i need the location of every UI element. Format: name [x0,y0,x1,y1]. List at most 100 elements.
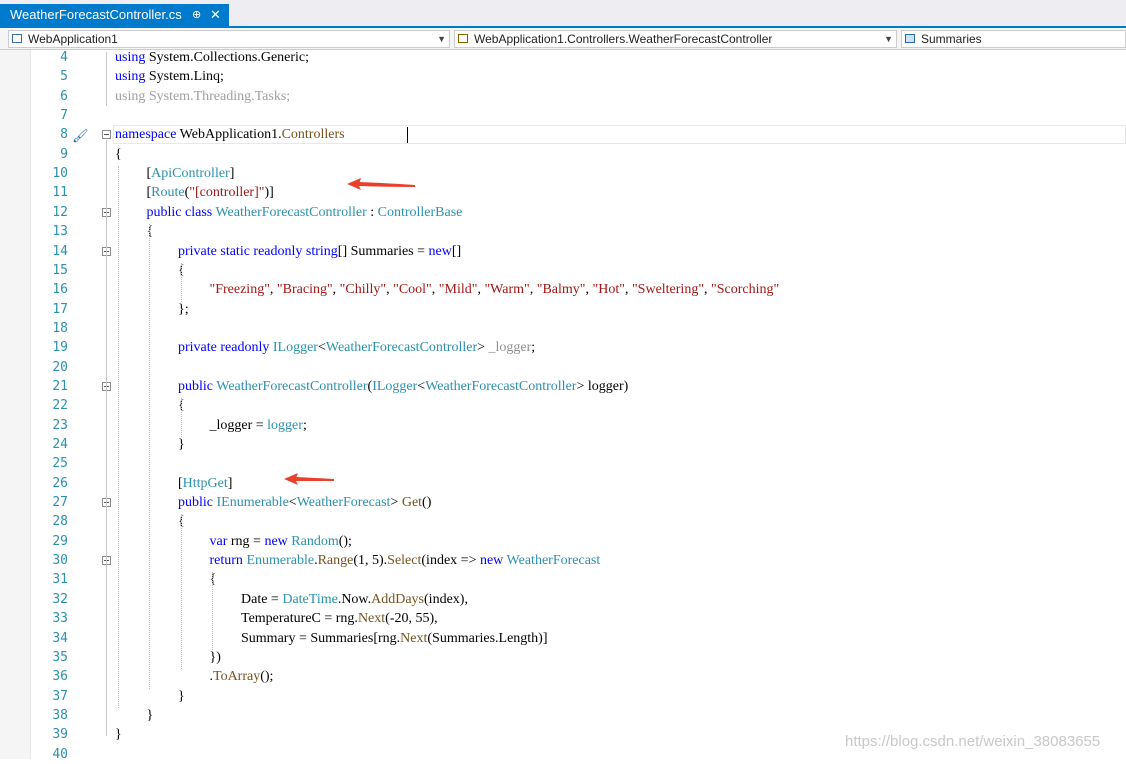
code-token: Next [400,630,428,646]
code-line: 35}) [0,648,1126,667]
code-token: () [422,495,432,511]
line-number: 9 [60,146,68,162]
line-number: 29 [52,533,68,549]
line-number: 5 [60,69,68,85]
code-line: 10 [ApiController] [0,164,1126,183]
tab-weatherforecastcontroller[interactable]: WeatherForecastController.cs ⊕ ✕ [0,4,229,26]
code-line: 38} [0,706,1126,725]
code-text: using System.Threading.Tasks; [115,87,290,106]
indent-guide [181,262,182,302]
code-token: : [366,204,378,220]
code-token: WeatherForecastController [425,378,577,394]
annotation-arrow-route [347,178,415,190]
document-tab-bar: WeatherForecastController.cs ⊕ ✕ [0,0,1126,28]
code-text: return Enumerable.Range(1, 5).Select(ind… [210,551,601,570]
code-token: readonly [253,243,303,259]
code-text: } [178,435,185,454]
code-token: ControllerBase [377,204,463,220]
line-number: 33 [52,611,68,627]
code-text: .ToArray(); [210,667,274,686]
code-line: 20 [0,358,1126,377]
code-token: (); [338,533,352,549]
code-token: using System.Threading.Tasks; [115,88,291,104]
navigation-bar: WebApplication1 ▼ WebApplication1.Contro… [0,28,1126,50]
code-token: )] [264,185,274,201]
code-line: 6 using System.Threading.Tasks; [0,87,1126,106]
code-token: namespace [115,127,177,143]
code-token: WeatherForecastController [216,378,368,394]
code-text: namespace WebApplication1.Controllers [115,125,345,144]
code-token: ; [302,417,307,433]
member-dropdown[interactable]: Summaries [901,30,1126,48]
code-token: WebApplication1. [176,127,282,143]
line-number: 19 [52,340,68,356]
code-token: ToArray [213,669,261,685]
code-text: [Route("[controller]")] [147,183,274,202]
code-text: private readonly ILogger<WeatherForecast… [178,338,535,357]
line-number: 26 [52,475,68,491]
close-icon[interactable]: ✕ [210,4,221,26]
code-token: readonly [220,340,270,356]
code-token: logger [267,417,303,433]
line-number: 23 [52,417,68,433]
indent-guide [181,398,182,437]
line-number: 25 [52,456,68,472]
code-token: public [178,495,213,511]
line-number: 16 [52,282,68,298]
code-token: , [431,282,439,298]
code-token: < [288,495,297,511]
indent-guide [118,166,119,708]
code-token: [] [451,243,462,259]
chevron-down-icon: ▼ [884,34,893,44]
line-number: 11 [52,185,68,201]
code-line: 12 public class WeatherForecastController… [0,203,1126,222]
line-number: 6 [60,88,68,104]
code-token: > [477,340,489,356]
code-line: 31{ [0,570,1126,589]
line-number: 24 [52,437,68,452]
code-line: 28{ [0,512,1126,531]
code-token: WeatherForecast [296,495,391,511]
line-number: 8 [60,127,68,143]
code-text: using System.Linq; [115,67,224,86]
class-dropdown[interactable]: WebApplication1.Controllers.WeatherForec… [454,30,897,48]
collapse-icon[interactable] [102,130,111,140]
code-token: , [624,282,632,298]
line-number: 18 [52,320,68,336]
tab-title: WeatherForecastController.cs [10,7,182,22]
code-line: 23 _logger = logger; [0,416,1126,435]
code-token: private [178,243,217,259]
line-number: 12 [52,204,68,220]
code-token: Date = [241,591,283,607]
line-number: 30 [52,553,68,569]
code-line: 21 public WeatherForecastController(ILogg… [0,377,1126,396]
quick-actions-icon[interactable]: 🖌 [72,128,89,144]
line-number: 36 [52,669,68,685]
code-text: Summary = Summaries[rng.Next(Summaries.L… [241,629,548,648]
code-token: "Bracing" [276,282,333,298]
code-line: 22{ [0,396,1126,415]
code-text: private static readonly string[] Summari… [178,242,461,261]
code-token: Enumerable [246,553,315,569]
line-number: 15 [52,262,68,278]
code-line: 11 [Route("[controller]")] [0,183,1126,202]
pin-icon[interactable]: ⊕ [192,4,201,26]
code-text: "Freezing", "Bracing", "Chilly", "Cool",… [210,280,780,299]
code-token: HttpGet [182,475,228,491]
class-dropdown-label: WebApplication1.Controllers.WeatherForec… [474,32,773,46]
code-token: (index => [421,553,480,569]
code-token: Next [357,611,386,627]
project-dropdown[interactable]: WebApplication1 ▼ [8,30,450,48]
member-dropdown-label: Summaries [921,32,982,46]
field-icon [905,34,915,43]
chevron-down-icon: ▼ [437,34,446,44]
code-token: "Freezing" [209,282,270,298]
code-token: } [146,707,154,723]
line-number: 40 [52,746,68,762]
class-icon [458,34,468,43]
code-text: public WeatherForecastController(ILogger… [178,377,628,396]
code-token: "Balmy" [536,282,586,298]
code-token: "Sweltering" [631,282,705,298]
code-token: (Summaries.Length)] [427,630,548,646]
line-number: 22 [52,398,68,414]
